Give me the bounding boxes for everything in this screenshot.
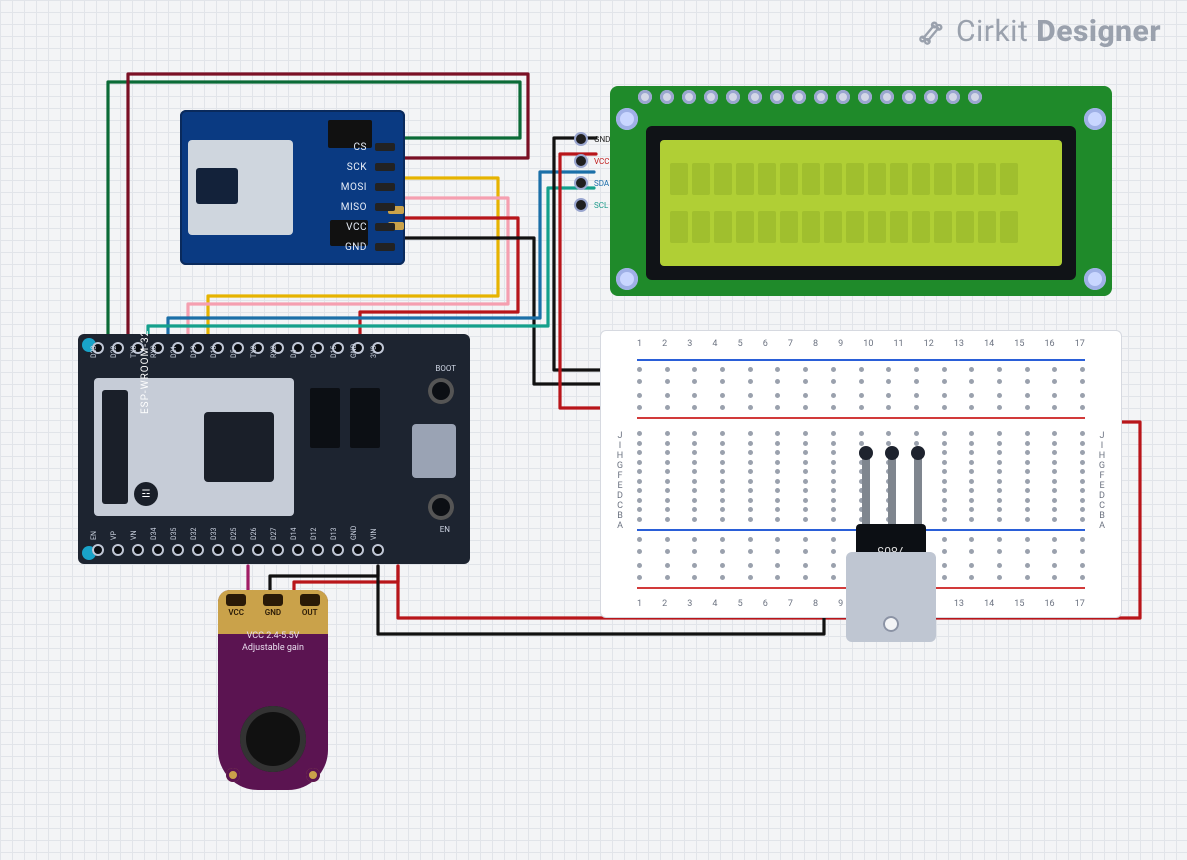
esp-shield: ESP-WROOM-32 ☲	[94, 378, 294, 516]
sd-pin-sck[interactable]: SCK	[347, 160, 395, 174]
brand-text: Cirkit Designer	[956, 14, 1161, 49]
regulator-tab	[846, 552, 936, 642]
esp-pin-vin[interactable]: VIN	[372, 544, 384, 556]
mount-hole	[616, 268, 638, 290]
regulator-7805[interactable]: 7805	[832, 452, 950, 642]
esp-pin-d5[interactable]: D5	[232, 342, 244, 354]
lcd-solder-row	[638, 90, 982, 104]
micro-usb-port	[412, 424, 456, 478]
esp-pin-d18[interactable]: D18	[212, 342, 224, 354]
esp-pin-d32[interactable]: D32	[192, 544, 204, 556]
en-button[interactable]	[428, 494, 454, 520]
sd-pin-mosi[interactable]: MOSI	[341, 180, 395, 194]
mic-module-text: VCC 2.4-5.5V Adjustable gain	[218, 630, 328, 654]
boot-button[interactable]	[428, 378, 454, 404]
esp-pin-d26[interactable]: D26	[252, 544, 264, 556]
esp-pin-d21[interactable]: D21	[172, 342, 184, 354]
esp-pin-vp[interactable]: VP	[112, 544, 124, 556]
esp-pin-vn[interactable]: VN	[132, 544, 144, 556]
mic-pin-vcc: VCC	[228, 608, 244, 617]
esp-pin-rx2[interactable]: RX2	[272, 342, 284, 354]
microphone-capsule	[240, 706, 306, 772]
esp-pin-d4[interactable]: D4	[292, 342, 304, 354]
esp-pin-d25[interactable]: D25	[232, 544, 244, 556]
esp-pin-d2[interactable]: D2	[312, 342, 324, 354]
esp-pin-d14[interactable]: D14	[292, 544, 304, 556]
en-label: EN	[440, 525, 450, 534]
lcd-16x2-i2c[interactable]: GNDVCCSDASCL	[610, 86, 1112, 296]
esp-pin-d23[interactable]: D23	[92, 342, 104, 354]
lcd-pin-gnd[interactable]: GND	[574, 132, 610, 146]
sd-pin-vcc[interactable]: VCC	[346, 220, 395, 234]
esp-pin-d13[interactable]: D13	[332, 544, 344, 556]
esp-pin-d19[interactable]: D19	[192, 342, 204, 354]
esp-pin-d22[interactable]: D22	[112, 342, 124, 354]
shield-label: ESP-WROOM-32	[140, 330, 151, 414]
bb-row-labels-right: JIHGFEDCBA	[1093, 431, 1111, 517]
mount-hole	[616, 108, 638, 130]
regulator-leads	[862, 452, 922, 530]
micro-sd-module[interactable]: CS SCK MOSI MISO VCC GND	[180, 110, 405, 265]
mount-hole	[1084, 268, 1106, 290]
support-chips	[310, 388, 380, 448]
esp-pin-row-top: D23D22TX0RX0D21D19D18D5TX2RX2D4D2D15GND3…	[92, 342, 384, 354]
sd-slot	[188, 140, 293, 235]
esp32-devkit[interactable]: D23D22TX0RX0D21D19D18D5TX2RX2D4D2D15GND3…	[78, 334, 470, 564]
bb-row-labels-left: JIHGFEDCBA	[611, 431, 629, 517]
mic-pin-labels: VCC GND OUT	[218, 608, 328, 617]
esp-pin-rx0[interactable]: RX0	[152, 342, 164, 354]
brand-badge: Cirkit Designer	[918, 14, 1161, 49]
sd-pin-miso[interactable]: MISO	[341, 200, 395, 214]
esp-pin-row-bottom: EN VP VN D34 D35 D32 D33 D25 D26 D27 D14 D12 D13 GND V…	[92, 544, 384, 556]
wire[interactable]	[294, 566, 398, 590]
max4466-mic-module[interactable]: VCC GND OUT VCC 2.4-5.5V Adjustable gain	[218, 590, 328, 790]
lcd-pin-sda[interactable]: SDA	[574, 176, 610, 190]
esp-pin-d27[interactable]: D27	[272, 544, 284, 556]
sd-card	[196, 168, 238, 204]
esp-pin-d15[interactable]: D15	[332, 342, 344, 354]
boot-label: BOOT	[435, 364, 456, 373]
esp-pin-d34[interactable]: D34	[152, 544, 164, 556]
mount-hole	[1084, 108, 1106, 130]
sd-pin-cs[interactable]: CS	[354, 140, 395, 154]
lcd-pin-scl[interactable]: SCL	[574, 198, 610, 212]
esp-pin-tx2[interactable]: TX2	[252, 342, 264, 354]
esp-pin-d33[interactable]: D33	[212, 544, 224, 556]
esp-pin-d35[interactable]: D35	[172, 544, 184, 556]
esp-pin-en[interactable]: EN	[92, 544, 104, 556]
esp-pin-3v3[interactable]: 3V3	[372, 342, 384, 354]
wire[interactable]	[270, 566, 378, 590]
design-canvas[interactable]: Cirkit Designer CSSCKMOSIMISOVCCGND GNDV…	[0, 0, 1187, 860]
brand-icon	[918, 18, 946, 46]
mic-pin-out: OUT	[302, 608, 318, 617]
sd-pin-header: CS SCK MOSI MISO VCC GND	[341, 140, 395, 254]
bb-col-labels-top: 1234567891011121314151617	[637, 339, 1085, 349]
lcd-pin-vcc[interactable]: VCC	[574, 154, 610, 168]
lcd-i2c-pins: GND VCC SDA SCL	[574, 132, 610, 212]
esp-pin-gnd[interactable]: GND	[352, 342, 364, 354]
lcd-glass	[660, 140, 1062, 266]
mic-pin-gnd: GND	[265, 608, 281, 617]
sd-pin-gnd[interactable]: GND	[345, 240, 395, 254]
esp-pin-gnd[interactable]: GND	[352, 544, 364, 556]
esp-pin-d12[interactable]: D12	[312, 544, 324, 556]
mount-holes	[226, 768, 320, 782]
bb-power-rails-top	[637, 359, 1085, 419]
wifi-icon: ☲	[134, 482, 158, 506]
